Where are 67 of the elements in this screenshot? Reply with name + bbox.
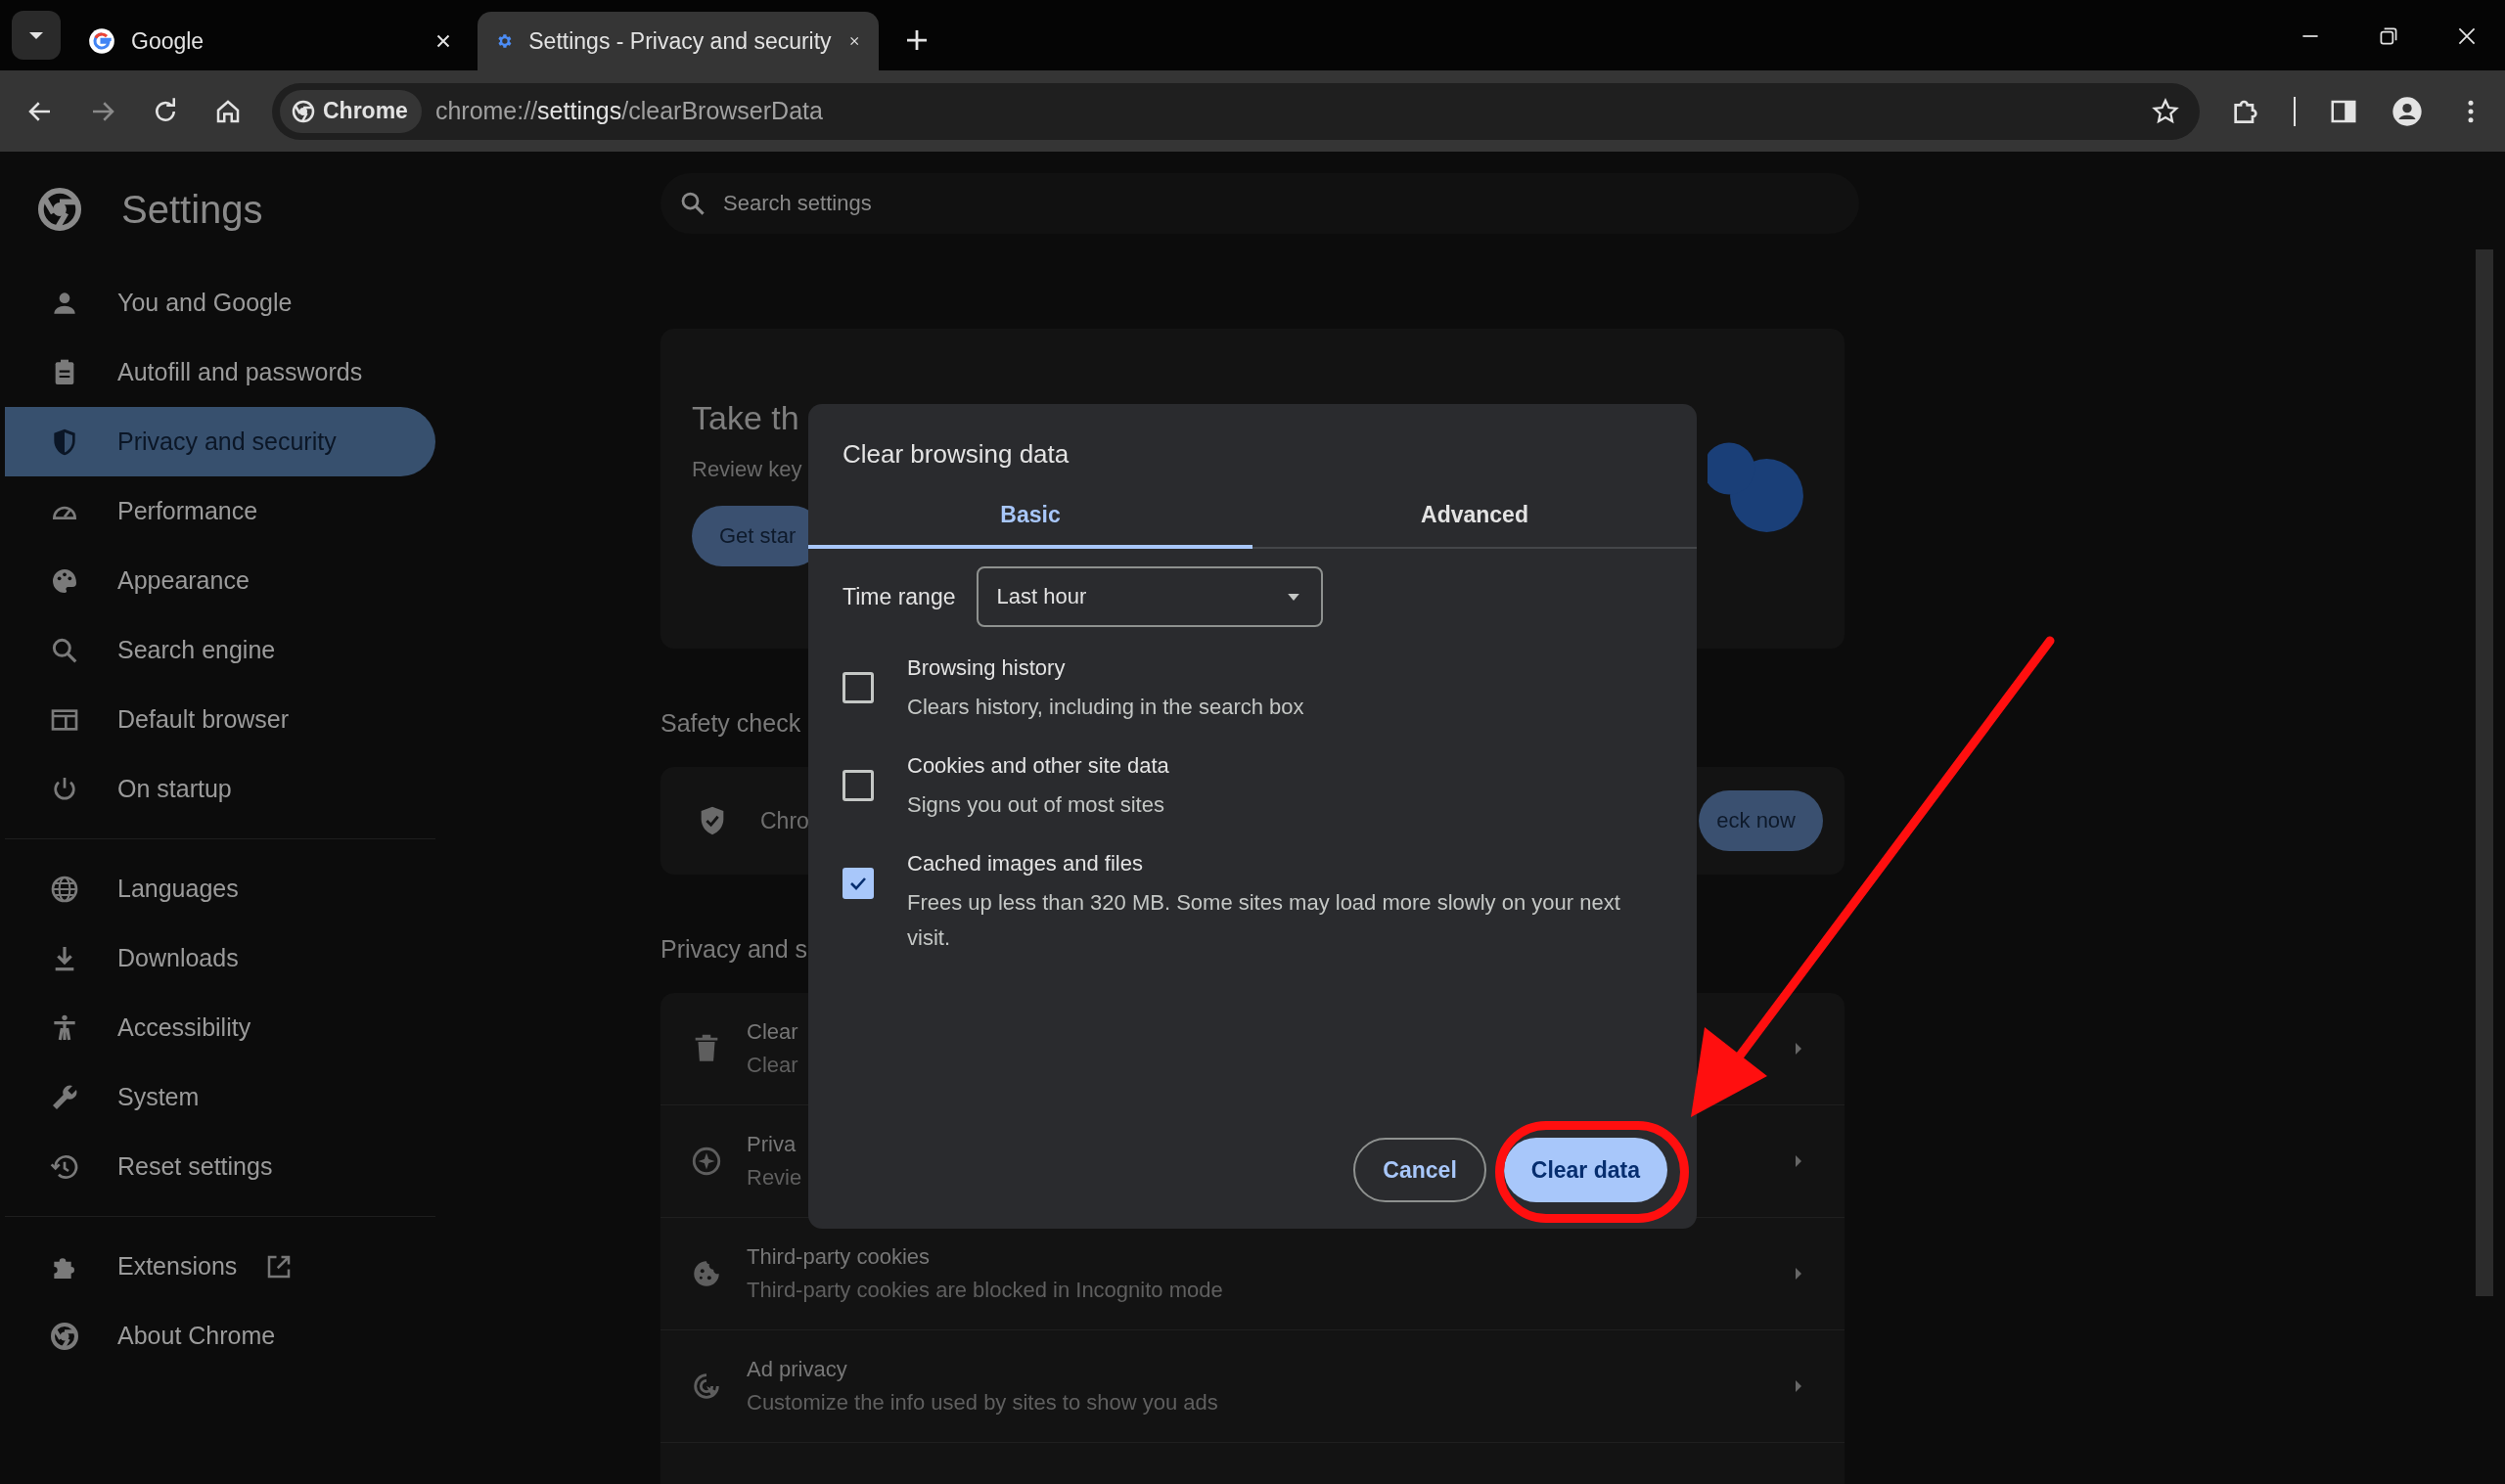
caret-icon: [1794, 1041, 1803, 1057]
row-title: Ad privacy: [747, 1357, 847, 1382]
sidebar-item[interactable]: You and Google: [5, 268, 435, 337]
dialog-tab[interactable]: Advanced: [1252, 484, 1697, 549]
site-chip[interactable]: Chrome: [280, 89, 422, 133]
scrollbar[interactable]: [2476, 249, 2493, 1296]
row-title: Clear: [747, 1019, 798, 1045]
chrome-logo-icon: [37, 187, 82, 232]
sidebar-item[interactable]: Default browser: [5, 685, 435, 754]
compass-icon: [690, 1145, 723, 1178]
row-subtitle: Revie: [747, 1165, 802, 1191]
sidebar-item[interactable]: System: [5, 1062, 435, 1132]
cancel-button[interactable]: Cancel: [1353, 1138, 1486, 1202]
sidebar-item[interactable]: Languages: [5, 854, 435, 923]
option-title: Cached images and files: [907, 850, 1144, 877]
field-label: Time range: [843, 583, 956, 610]
caret-icon: [1288, 593, 1300, 601]
settings-row[interactable]: Ad privacy Customize the info used by sites to show you ads: [660, 1330, 1845, 1443]
chrome-logo-icon: [292, 99, 315, 123]
profile-icon[interactable]: [2391, 95, 2423, 127]
sidebar-item[interactable]: Autofill and passwords: [5, 337, 435, 407]
checkbox[interactable]: [843, 770, 874, 801]
section-heading: Privacy and s: [660, 934, 808, 965]
row-subtitle: Customize the info used by sites to show you ads: [747, 1390, 1218, 1416]
address-bar[interactable]: Chrome chrome://settings/clearBrowserData: [272, 82, 2200, 140]
row-subtitle: Clear: [747, 1053, 798, 1078]
option-title: Cookies and other site data: [907, 752, 1169, 780]
url-text: chrome://settings/clearBrowserData: [434, 97, 824, 125]
sidebar-item[interactable]: Performance: [5, 476, 435, 546]
card-title: Take th: [692, 399, 799, 437]
row-title: Priva: [747, 1132, 797, 1157]
option-description: Clears history, including in the search box: [907, 694, 1304, 721]
section-heading: Safety check: [660, 708, 801, 739]
card-text: Review key: [692, 457, 802, 482]
sidebar-item[interactable]: Search engine: [5, 615, 435, 685]
search-input[interactable]: Search settings: [721, 190, 1859, 217]
search-bar[interactable]: Search settings: [660, 173, 1859, 234]
checkbox[interactable]: [843, 672, 874, 703]
sidebar-item[interactable]: Extensions: [5, 1232, 435, 1301]
google-logo-icon: [88, 27, 115, 55]
clear-data-button[interactable]: Clear data: [1503, 1138, 1667, 1202]
caret-icon: [29, 31, 43, 39]
sidebar-item[interactable]: On startup: [5, 754, 435, 824]
time-range-dropdown[interactable]: Last hour: [977, 566, 1324, 627]
dialog-tab[interactable]: Basic: [808, 484, 1252, 549]
sidebar-item[interactable]: About Chrome: [5, 1301, 435, 1371]
browser-tab[interactable]: Google: [70, 12, 472, 70]
caret-icon: [1794, 1153, 1803, 1169]
caret-icon: [1794, 1378, 1803, 1394]
bookmark-star-icon[interactable]: [2151, 96, 2180, 126]
sidebar-item[interactable]: Accessibility: [5, 993, 435, 1062]
caret-icon: [1794, 1266, 1803, 1282]
browser-tab[interactable]: Settings - Privacy and security: [478, 12, 879, 70]
option-title: Browsing history: [907, 654, 1067, 682]
option-description: Signs you out of most sites: [907, 791, 1165, 819]
tab-search-button[interactable]: [12, 11, 61, 60]
safety-check-text: Chro: [760, 807, 809, 834]
row-title: Third-party cookies: [747, 1244, 931, 1270]
dialog-title: Clear browsing data: [842, 438, 1070, 471]
sidebar-item[interactable]: Reset settings: [5, 1132, 435, 1201]
settings-title: Settings: [121, 187, 263, 232]
option-description: Frees up less than 320 MB. Some sites may load more slowly on your next visit.: [907, 889, 1621, 952]
checkbox[interactable]: [843, 868, 874, 899]
row-subtitle: Third-party cookies are blocked in Incognito mode: [747, 1278, 1223, 1303]
sidebar-item[interactable]: Appearance: [5, 546, 435, 615]
chrome-icon: [49, 1320, 80, 1352]
sidebar-item[interactable]: Downloads: [5, 923, 435, 993]
